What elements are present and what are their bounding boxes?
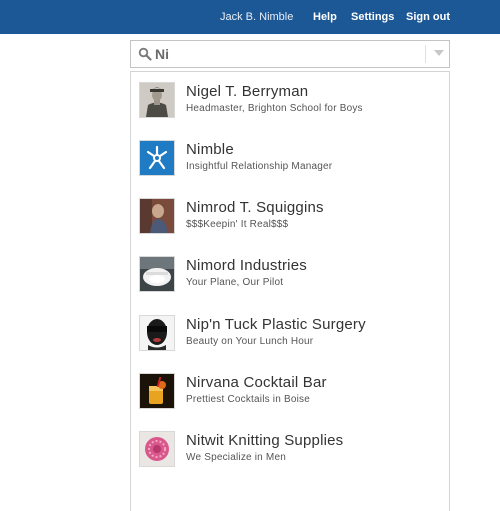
avatar: [139, 82, 175, 118]
avatar: [139, 140, 175, 176]
yarn-ball-icon: [140, 432, 174, 466]
result-item[interactable]: Nirvana Cocktail Bar Prettiest Cocktails…: [131, 363, 449, 419]
avatar: [139, 373, 175, 409]
avatar: [139, 256, 175, 292]
result-item[interactable]: Nip'n Tuck Plastic Surgery Beauty on You…: [131, 305, 449, 361]
avatar: [139, 431, 175, 467]
result-subtitle: Headmaster, Brighton School for Boys: [186, 103, 363, 114]
result-item[interactable]: Nitwit Knitting Supplies We Specialize i…: [131, 421, 449, 477]
result-subtitle: Prettiest Cocktails in Boise: [186, 394, 310, 405]
top-navigation-bar: Jack B. Nimble Help Settings Sign out: [0, 0, 500, 34]
result-name: Nimord Industries: [186, 257, 307, 274]
result-item[interactable]: Nimord Industries Your Plane, Our Pilot: [131, 246, 449, 302]
result-subtitle: $$$Keepin' It Real$$$: [186, 219, 289, 230]
result-item[interactable]: Nimble Insightful Relationship Manager: [131, 130, 449, 186]
person-photo-icon: [140, 199, 174, 233]
result-item[interactable]: Nimrod T. Squiggins $$$Keepin' It Real$$…: [131, 188, 449, 244]
result-subtitle: We Specialize in Men: [186, 452, 286, 463]
result-name: Nip'n Tuck Plastic Surgery: [186, 316, 366, 333]
result-name: Nimrod T. Squiggins: [186, 199, 324, 216]
result-subtitle: Your Plane, Our Pilot: [186, 277, 284, 288]
nimble-logo-icon: [140, 141, 174, 175]
current-user-link[interactable]: Jack B. Nimble: [220, 9, 293, 25]
settings-link[interactable]: Settings: [351, 9, 394, 25]
cocktail-icon: [140, 374, 174, 408]
result-item[interactable]: Nigel T. Berryman Headmaster, Brighton S…: [131, 72, 449, 128]
man-portrait-icon: [140, 83, 174, 117]
result-subtitle: Insightful Relationship Manager: [186, 161, 333, 172]
search-divider: [425, 45, 426, 63]
help-link[interactable]: Help: [313, 9, 337, 25]
result-subtitle: Beauty on Your Lunch Hour: [186, 336, 314, 347]
result-name: Nitwit Knitting Supplies: [186, 432, 344, 449]
chevron-down-icon[interactable]: [434, 50, 444, 56]
search-box[interactable]: Ni: [130, 40, 450, 68]
search-input[interactable]: Ni: [155, 41, 169, 67]
search-icon: [138, 47, 152, 61]
result-name: Nigel T. Berryman: [186, 83, 309, 100]
result-name: Nirvana Cocktail Bar: [186, 374, 327, 391]
avatar: [139, 315, 175, 351]
airplane-icon: [140, 257, 174, 291]
result-name: Nimble: [186, 141, 234, 158]
search-results-dropdown: Nigel T. Berryman Headmaster, Brighton S…: [130, 71, 450, 511]
avatar: [139, 198, 175, 234]
sign-out-link[interactable]: Sign out: [406, 9, 450, 25]
bandaged-face-icon: [140, 316, 174, 350]
